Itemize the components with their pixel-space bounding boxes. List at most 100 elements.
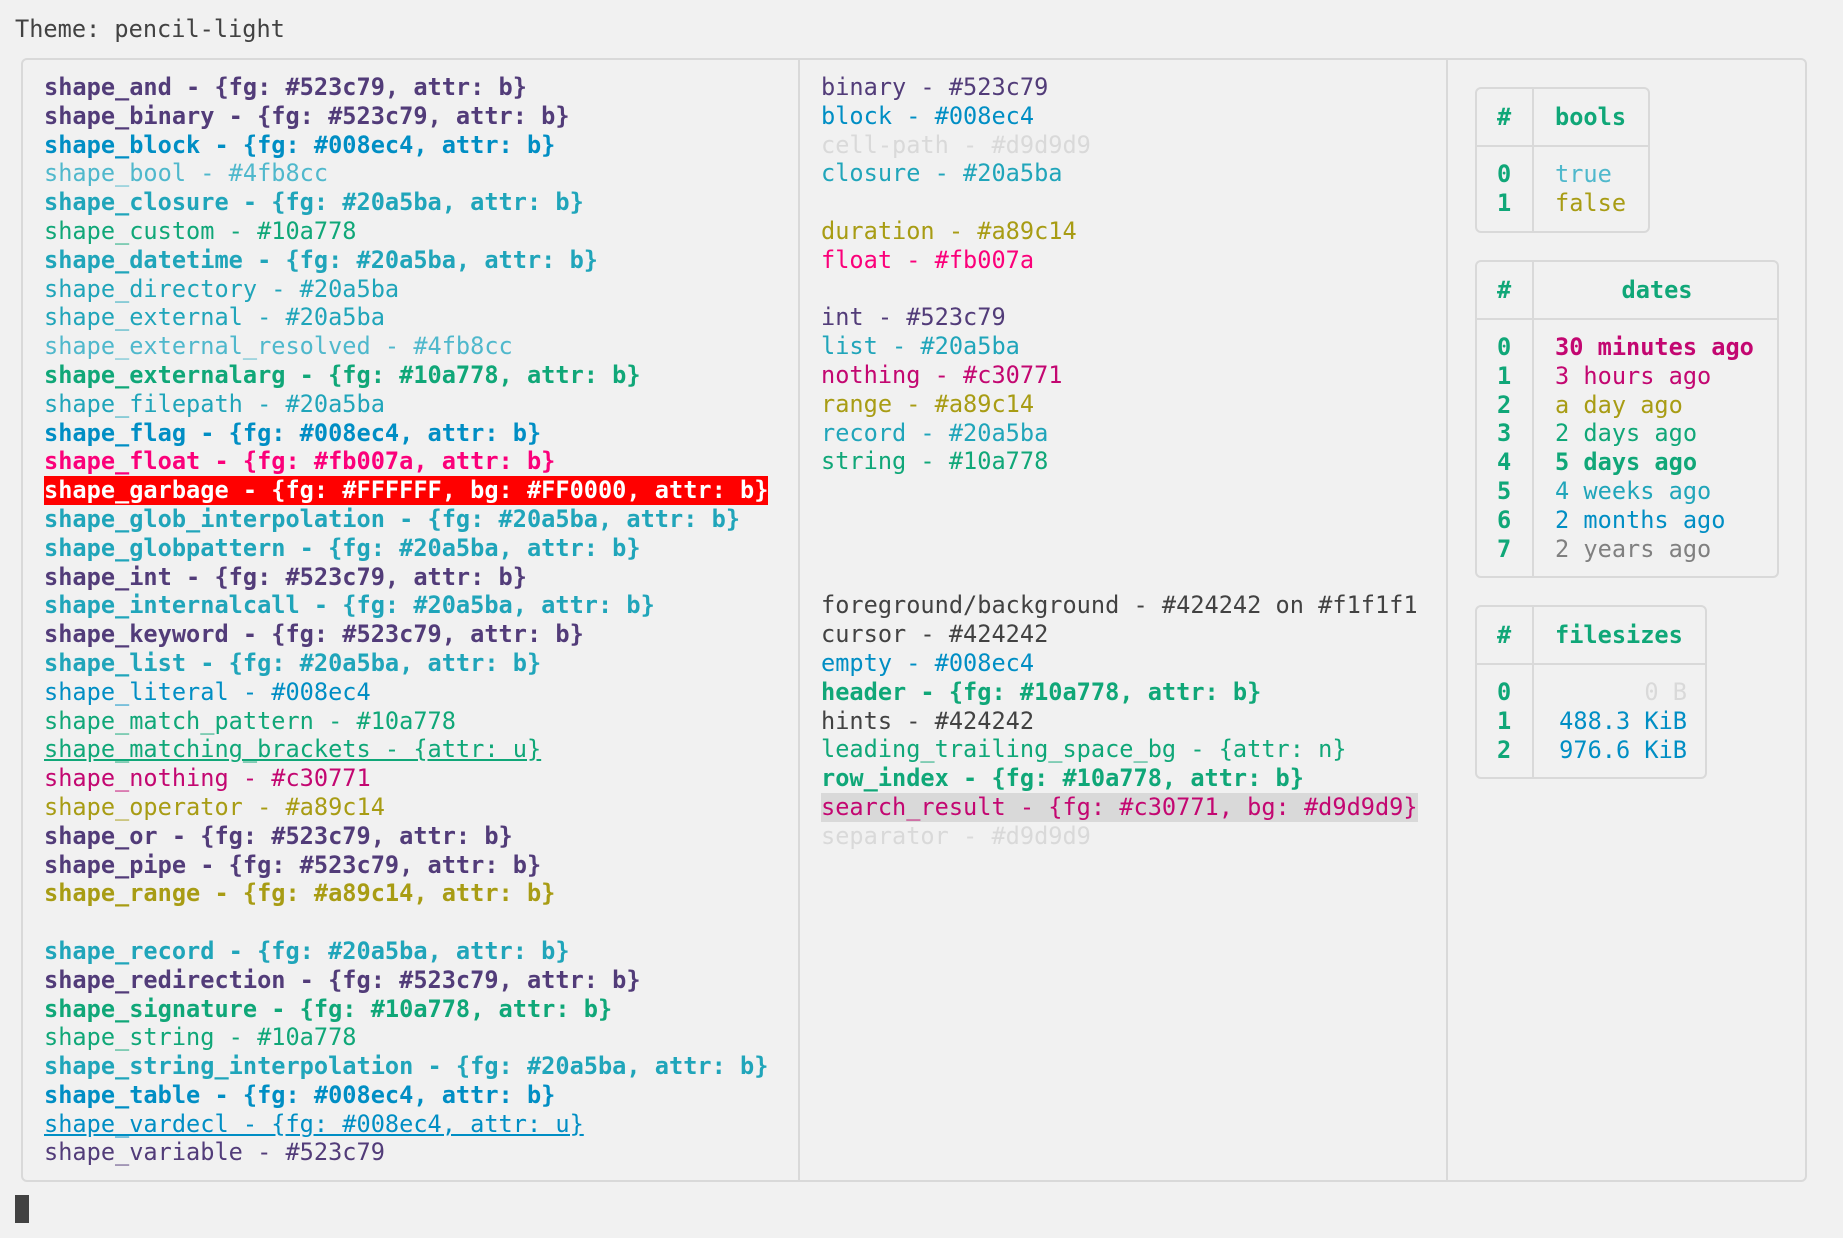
index-header: # [1497,621,1512,649]
style-line-text: shape_range - {fg: #a89c14, attr: b} [44,879,556,908]
style-line: duration - #a89c14 [821,217,1418,246]
style-line: foreground/background - #424242 on #f1f1… [821,591,1418,620]
style-line: shape_nothing - #c30771 [44,764,768,793]
style-line-text: shape_string - #10a778 [44,1023,357,1052]
table-cell-dates: 2 months ago [1555,505,1726,534]
style-line-text: separator - #d9d9d9 [821,821,1091,850]
style-line: shape_or - {fg: #523c79, attr: b} [44,822,768,851]
table-header-separator [1477,318,1777,320]
style-line-text: shape_closure - {fg: #20a5ba, attr: b} [44,188,584,217]
style-line-text: shape_redirection - {fg: #523c79, attr: … [44,965,641,994]
style-line-text: shape_internalcall - {fg: #20a5ba, attr:… [44,591,655,620]
style-line-text: shape_externalarg - {fg: #10a778, attr: … [44,360,641,389]
style-line: shape_keyword - {fg: #523c79, attr: b} [44,620,768,649]
style-line-text: shape_list - {fg: #20a5ba, attr: b} [44,648,542,677]
row-index: 1 [1497,188,1512,217]
style-line-text: foreground/background - #424242 on #f1f1… [821,591,1418,620]
style-line: shape_block - {fg: #008ec4, attr: b} [44,131,768,160]
style-line [821,563,1418,592]
row-index: 5 [1497,477,1512,505]
style-line-text: shape_binary - {fg: #523c79, attr: b} [44,101,570,130]
style-line: shape_datetime - {fg: #20a5ba, attr: b} [44,246,768,275]
table-cell-dates: 5 days ago [1555,448,1698,477]
style-line-text: cursor - #424242 [821,620,1049,649]
filesizes-table: # filesizes 0 0 B 1 488.3 KiB 2 976.6 KiB [1475,605,1707,779]
style-line-text: empty - #008ec4 [821,648,1035,677]
table-cell-filesizes: 488.3 KiB [1559,706,1687,735]
style-line [821,505,1418,534]
style-line-text: shape_garbage - {fg: #FFFFFF, bg: #FF000… [44,476,769,505]
row-index: 0 [1497,333,1512,361]
row-index: 1 [1497,706,1512,735]
style-line-text: shape_globpattern - {fg: #20a5ba, attr: … [44,533,641,562]
style-line: shape_garbage - {fg: #FFFFFF, bg: #FF000… [44,476,769,505]
style-line-text: shape_external - #20a5ba [44,303,385,332]
style-line-text: binary - #523c79 [821,73,1049,101]
style-line: shape_binary - {fg: #523c79, attr: b} [44,102,768,131]
table-cell-dates: a day ago [1555,390,1683,419]
style-line: shape_record - {fg: #20a5ba, attr: b} [44,937,768,966]
style-line-text: int - #523c79 [821,303,1006,332]
style-line: shape_string_interpolation - {fg: #20a5b… [44,1052,768,1081]
style-line: shape_range - {fg: #a89c14, attr: b} [44,879,768,908]
style-line: nothing - #c30771 [821,361,1418,390]
style-line: int - #523c79 [821,303,1418,332]
style-line: header - {fg: #10a778, attr: b} [821,678,1418,707]
style-line: record - #20a5ba [821,419,1418,448]
style-line [821,188,1418,217]
style-line-text: row_index - {fg: #10a778, attr: b} [821,764,1304,793]
table-cell-dates: 4 weeks ago [1555,477,1712,505]
style-line-text: string - #10a778 [821,447,1049,476]
column-header-filesizes: filesizes [1555,621,1683,649]
style-line: shape_external_resolved - #4fb8cc [44,332,768,361]
row-index: 0 [1497,678,1512,706]
table-column-separator [1532,607,1534,777]
style-line: closure - #20a5ba [821,159,1418,188]
style-line-text: search_result - {fg: #c30771, bg: #d9d9d… [821,792,1418,822]
style-line-text: shape_flag - {fg: #008ec4, attr: b} [44,418,542,447]
style-line: shape_and - {fg: #523c79, attr: b} [44,73,768,102]
index-header: # [1497,276,1512,304]
style-line: shape_globpattern - {fg: #20a5ba, attr: … [44,534,768,563]
style-line-text: shape_literal - #008ec4 [44,677,371,706]
style-line-text: list - #20a5ba [821,332,1020,361]
style-line-text: shape_pipe - {fg: #523c79, attr: b} [44,850,542,879]
style-line: shape_list - {fg: #20a5ba, attr: b} [44,649,768,678]
style-line-text: shape_directory - #20a5ba [44,274,400,303]
style-line: shape_filepath - #20a5ba [44,390,768,419]
style-line-text: shape_external_resolved - #4fb8cc [44,332,513,361]
column-divider [1446,58,1448,1182]
style-line: leading_trailing_space_bg - {attr: n} [821,735,1418,764]
table-cell-dates: 2 years ago [1555,534,1712,563]
style-line [821,275,1418,304]
style-line-text: shape_operator - #a89c14 [44,792,385,821]
style-line: shape_int - {fg: #523c79, attr: b} [44,563,768,592]
style-line-text: shape_record - {fg: #20a5ba, attr: b} [44,936,570,965]
row-index: 2 [1497,735,1512,764]
column-divider [798,58,800,1182]
style-line: shape_table - {fg: #008ec4, attr: b} [44,1081,768,1110]
table-cell-filesizes: 976.6 KiB [1559,735,1687,764]
style-line-text: shape_vardecl - {fg: #008ec4, attr: u} [44,1109,584,1138]
style-line: search_result - {fg: #c30771, bg: #d9d9d… [821,792,1418,822]
table-cell-dates: 3 hours ago [1555,361,1712,390]
dates-table: # dates 0 30 minutes ago 1 3 hours ago 2 a da… [1475,260,1779,578]
row-index: 2 [1497,390,1512,419]
type-colors-column: binary - #523c79 block - #008ec4 cell-path… [821,73,1418,851]
row-index: 6 [1497,505,1512,534]
style-line-text: header - {fg: #10a778, attr: b} [821,677,1262,706]
style-line: shape_bool - #4fb8cc [44,159,768,188]
table-cell-bools: true [1555,160,1612,188]
style-line: shape_custom - #10a778 [44,217,768,246]
style-line-text: shape_string_interpolation - {fg: #20a5b… [44,1052,769,1081]
style-line: cursor - #424242 [821,620,1418,649]
table-column-separator [1532,89,1534,231]
style-line-text: shape_datetime - {fg: #20a5ba, attr: b} [44,245,598,274]
style-line: shape_directory - #20a5ba [44,275,768,304]
row-index: 1 [1497,361,1512,390]
style-line-text: shape_matching_brackets - {attr: u} [44,735,542,764]
shape-styles-column: shape_and - {fg: #523c79, attr: b} shape_… [44,73,769,1167]
index-header: # [1497,103,1512,131]
style-line: shape_string - #10a778 [44,1023,768,1052]
row-index: 0 [1497,160,1512,188]
